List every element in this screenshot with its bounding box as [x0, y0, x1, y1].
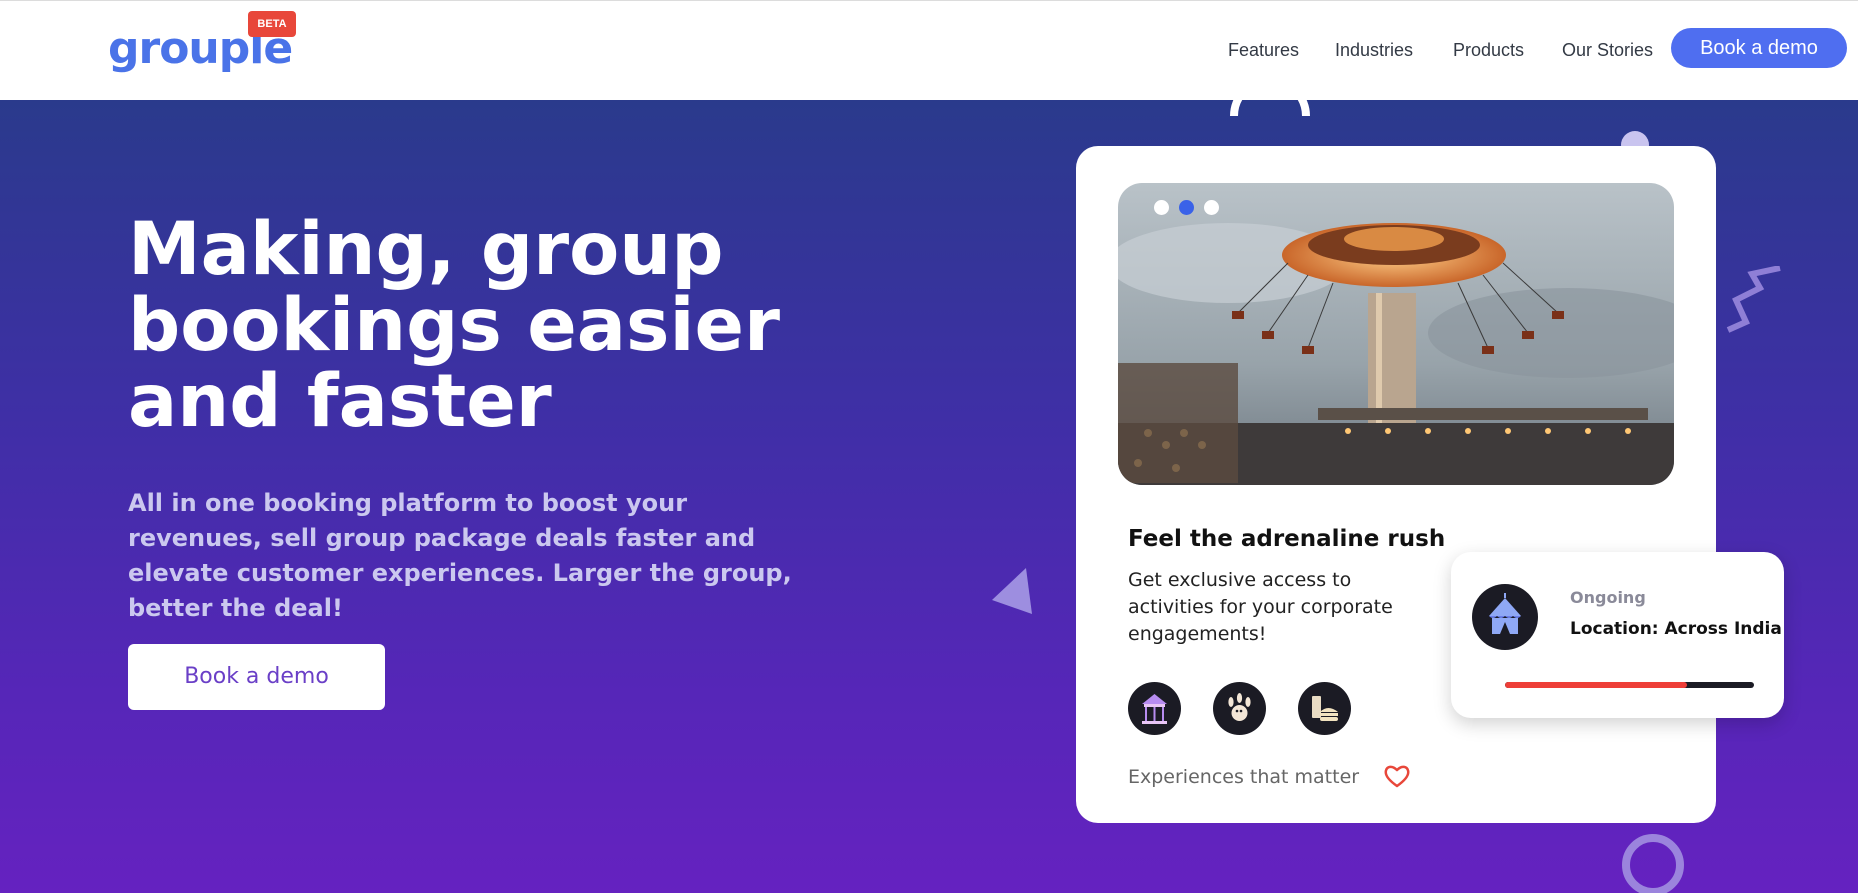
- food-icon: [1298, 682, 1351, 735]
- booking-progress-bar: [1505, 682, 1754, 688]
- nav-our-stories[interactable]: Our Stories: [1562, 35, 1653, 65]
- circus-tent-icon: [1472, 584, 1538, 650]
- fairground-ride-photo: [1118, 183, 1674, 485]
- carousel-dot-3[interactable]: [1204, 200, 1219, 215]
- site-header: grouple BETA Features Industries Product…: [0, 0, 1858, 100]
- card-description: Get exclusive access to activities for y…: [1128, 569, 1393, 645]
- heart-icon[interactable]: [1383, 762, 1411, 790]
- progress-fill: [1505, 682, 1687, 688]
- triangle-decoration: [992, 568, 1032, 614]
- carousel-dot-1[interactable]: [1154, 200, 1169, 215]
- zigzag-decoration: [1726, 266, 1781, 333]
- carousel-dot-2[interactable]: [1179, 200, 1194, 215]
- location-text: Location: Across India: [1570, 619, 1782, 639]
- header-book-demo-button[interactable]: Book a demo: [1671, 28, 1847, 68]
- nav-products[interactable]: Products: [1453, 35, 1524, 65]
- booking-status-card: Ongoing Location: Across India: [1451, 552, 1784, 718]
- arc-decoration: [1230, 100, 1310, 117]
- carousel-icon: [1128, 682, 1181, 735]
- beta-badge: BETA: [248, 11, 296, 37]
- ring-decoration: [1622, 834, 1684, 893]
- card-title: Feel the adrenaline rush: [1128, 526, 1446, 552]
- hero-title: Making, group bookings easier and faster: [128, 207, 780, 444]
- card-footer-text: Experiences that matter: [1128, 766, 1360, 788]
- feature-card: Feel the adrenaline rush Get exclusive a…: [1076, 146, 1716, 823]
- hero-book-demo-button[interactable]: Book a demo: [128, 644, 385, 710]
- nav-features[interactable]: Features: [1228, 35, 1299, 65]
- status-label: Ongoing: [1570, 588, 1646, 607]
- bowling-icon: [1213, 682, 1266, 735]
- hero-subtitle: All in one booking platform to boost you…: [128, 489, 792, 622]
- nav-industries[interactable]: Industries: [1335, 35, 1413, 65]
